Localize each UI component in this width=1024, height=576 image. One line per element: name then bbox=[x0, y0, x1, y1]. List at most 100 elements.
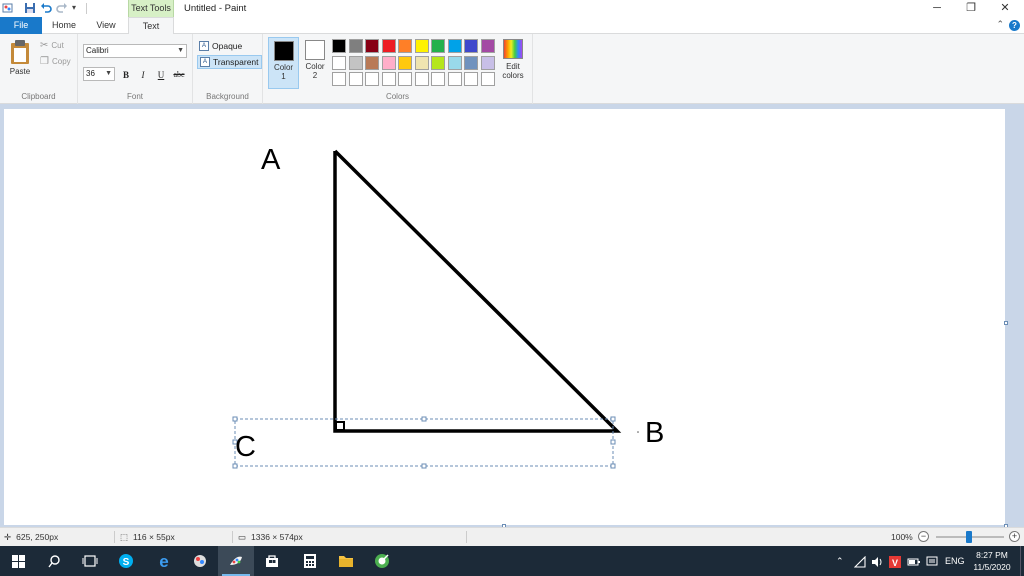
volume-icon[interactable] bbox=[871, 546, 884, 576]
zoom-in-button[interactable]: + bbox=[1009, 531, 1020, 542]
chevron-down-icon: ▼ bbox=[177, 47, 184, 54]
clipboard-group: Paste ✂ Cut ❐ Copy Clipboard bbox=[0, 34, 78, 104]
palette-swatch[interactable] bbox=[464, 55, 478, 70]
zoom-out-button[interactable]: − bbox=[918, 531, 929, 542]
tab-file[interactable]: File bbox=[0, 17, 42, 34]
save-icon[interactable] bbox=[24, 2, 36, 14]
skype-icon[interactable]: S bbox=[108, 546, 144, 576]
cursor-position: ✛ 625, 250px bbox=[4, 528, 58, 546]
font-family-select[interactable]: Calibri ▼ bbox=[83, 44, 187, 58]
snip-tool-icon[interactable] bbox=[364, 546, 400, 576]
opaque-option[interactable]: A Opaque bbox=[197, 39, 244, 53]
calculator-icon[interactable] bbox=[292, 546, 328, 576]
stray-dot bbox=[637, 431, 639, 433]
edit-colors-label-2: colors bbox=[502, 71, 524, 80]
paste-icon bbox=[11, 40, 29, 64]
palette-swatch[interactable] bbox=[480, 39, 495, 53]
font-size-value: 36 bbox=[86, 69, 95, 78]
tab-text[interactable]: Text bbox=[128, 17, 174, 35]
palette-swatch[interactable] bbox=[447, 39, 462, 53]
task-view-icon[interactable] bbox=[72, 546, 108, 576]
paint-3d-icon[interactable] bbox=[182, 546, 218, 576]
color2-button[interactable]: Color 2 bbox=[301, 37, 329, 89]
font-size-select[interactable]: 36 ▼ bbox=[83, 67, 115, 81]
customize-toolbar-icon[interactable]: ▾ bbox=[72, 2, 84, 14]
battery-icon[interactable] bbox=[907, 546, 921, 576]
edge-browser-icon[interactable]: e bbox=[146, 546, 182, 576]
input-language[interactable]: ENG bbox=[945, 546, 965, 576]
palette-swatch[interactable] bbox=[414, 72, 429, 86]
palette-swatch[interactable] bbox=[348, 39, 363, 53]
transparent-option[interactable]: A Transparent bbox=[197, 55, 262, 69]
palette-swatch[interactable] bbox=[348, 72, 363, 86]
help-icon[interactable]: ? bbox=[1009, 20, 1020, 31]
opaque-icon: A bbox=[199, 41, 209, 51]
palette-swatch[interactable] bbox=[381, 55, 396, 70]
cursor-position-value: 625, 250px bbox=[16, 532, 59, 542]
store-icon[interactable] bbox=[254, 546, 290, 576]
redo-icon[interactable] bbox=[56, 2, 68, 14]
palette-swatch[interactable] bbox=[480, 55, 495, 70]
network-icon[interactable] bbox=[853, 546, 866, 576]
selection-handles[interactable] bbox=[232, 416, 616, 469]
palette-swatch[interactable] bbox=[365, 55, 379, 70]
palette-swatch[interactable] bbox=[398, 55, 412, 70]
text-selection-box[interactable] bbox=[234, 418, 614, 467]
edit-colors-button[interactable]: Edit colors bbox=[500, 37, 526, 80]
collapse-ribbon-icon[interactable]: ⌃ bbox=[996, 19, 1004, 30]
palette-swatch[interactable] bbox=[365, 72, 379, 86]
drawing-canvas[interactable]: A B C bbox=[4, 109, 1005, 525]
palette-swatch[interactable] bbox=[398, 72, 412, 86]
color1-button[interactable]: Color 1 bbox=[268, 37, 299, 89]
canvas-resize-handle-right[interactable] bbox=[1004, 321, 1008, 325]
palette-swatch[interactable] bbox=[447, 72, 462, 86]
show-hidden-icons-icon[interactable]: ⌃ bbox=[836, 546, 844, 576]
palette-swatch[interactable] bbox=[332, 39, 346, 53]
copy-button[interactable]: ❐ Copy bbox=[40, 56, 71, 67]
tab-home[interactable]: Home bbox=[44, 17, 84, 34]
strikethrough-button[interactable]: abc bbox=[171, 68, 187, 82]
palette-swatch[interactable] bbox=[414, 39, 429, 53]
undo-icon[interactable] bbox=[40, 2, 52, 14]
font-family-value: Calibri bbox=[86, 46, 109, 55]
palette-swatch[interactable] bbox=[431, 55, 445, 70]
italic-button[interactable]: I bbox=[136, 68, 150, 82]
palette-swatch[interactable] bbox=[464, 72, 478, 86]
palette-swatch[interactable] bbox=[480, 72, 495, 86]
cut-button[interactable]: ✂ Cut bbox=[40, 40, 64, 51]
close-button[interactable]: ✕ bbox=[988, 0, 1022, 17]
palette-swatch[interactable] bbox=[464, 39, 478, 53]
palette-swatch[interactable] bbox=[365, 39, 379, 53]
palette-swatch[interactable] bbox=[431, 72, 445, 86]
zoom-slider-thumb[interactable] bbox=[966, 531, 972, 543]
palette-swatch[interactable] bbox=[381, 72, 396, 86]
toolbar-divider bbox=[86, 3, 87, 14]
paint-app-icon[interactable] bbox=[218, 546, 254, 576]
paint-app-icon[interactable] bbox=[2, 2, 14, 14]
color1-number: 1 bbox=[281, 72, 286, 81]
restore-button[interactable]: ❐ bbox=[954, 0, 988, 17]
palette-swatch[interactable] bbox=[381, 39, 396, 53]
palette-swatch[interactable] bbox=[431, 39, 445, 53]
palette-swatch[interactable] bbox=[332, 72, 346, 86]
palette-swatch[interactable] bbox=[398, 39, 412, 53]
show-desktop-button[interactable] bbox=[1020, 546, 1024, 576]
bold-button[interactable]: B bbox=[119, 68, 133, 82]
palette-swatch[interactable] bbox=[332, 55, 346, 70]
tab-view[interactable]: View bbox=[86, 17, 126, 34]
vpn-app-icon[interactable]: V bbox=[889, 546, 901, 576]
paste-button[interactable]: Paste bbox=[6, 39, 34, 76]
edit-colors-label-1: Edit bbox=[506, 62, 520, 71]
palette-swatch[interactable] bbox=[447, 55, 462, 70]
search-icon[interactable] bbox=[36, 546, 72, 576]
background-group: A Opaque A Transparent Background bbox=[193, 34, 263, 104]
underline-button[interactable]: U bbox=[154, 68, 168, 82]
system-clock[interactable]: 8:27 PM 11/5/2020 bbox=[966, 549, 1018, 573]
action-center-notification-icon[interactable] bbox=[926, 546, 938, 576]
palette-swatch[interactable] bbox=[414, 55, 429, 70]
colors-group-label: Colors bbox=[385, 92, 410, 101]
minimize-button[interactable]: ─ bbox=[920, 0, 954, 17]
file-explorer-icon[interactable] bbox=[328, 546, 364, 576]
palette-swatch[interactable] bbox=[348, 55, 363, 70]
start-windows-icon[interactable] bbox=[0, 546, 36, 576]
